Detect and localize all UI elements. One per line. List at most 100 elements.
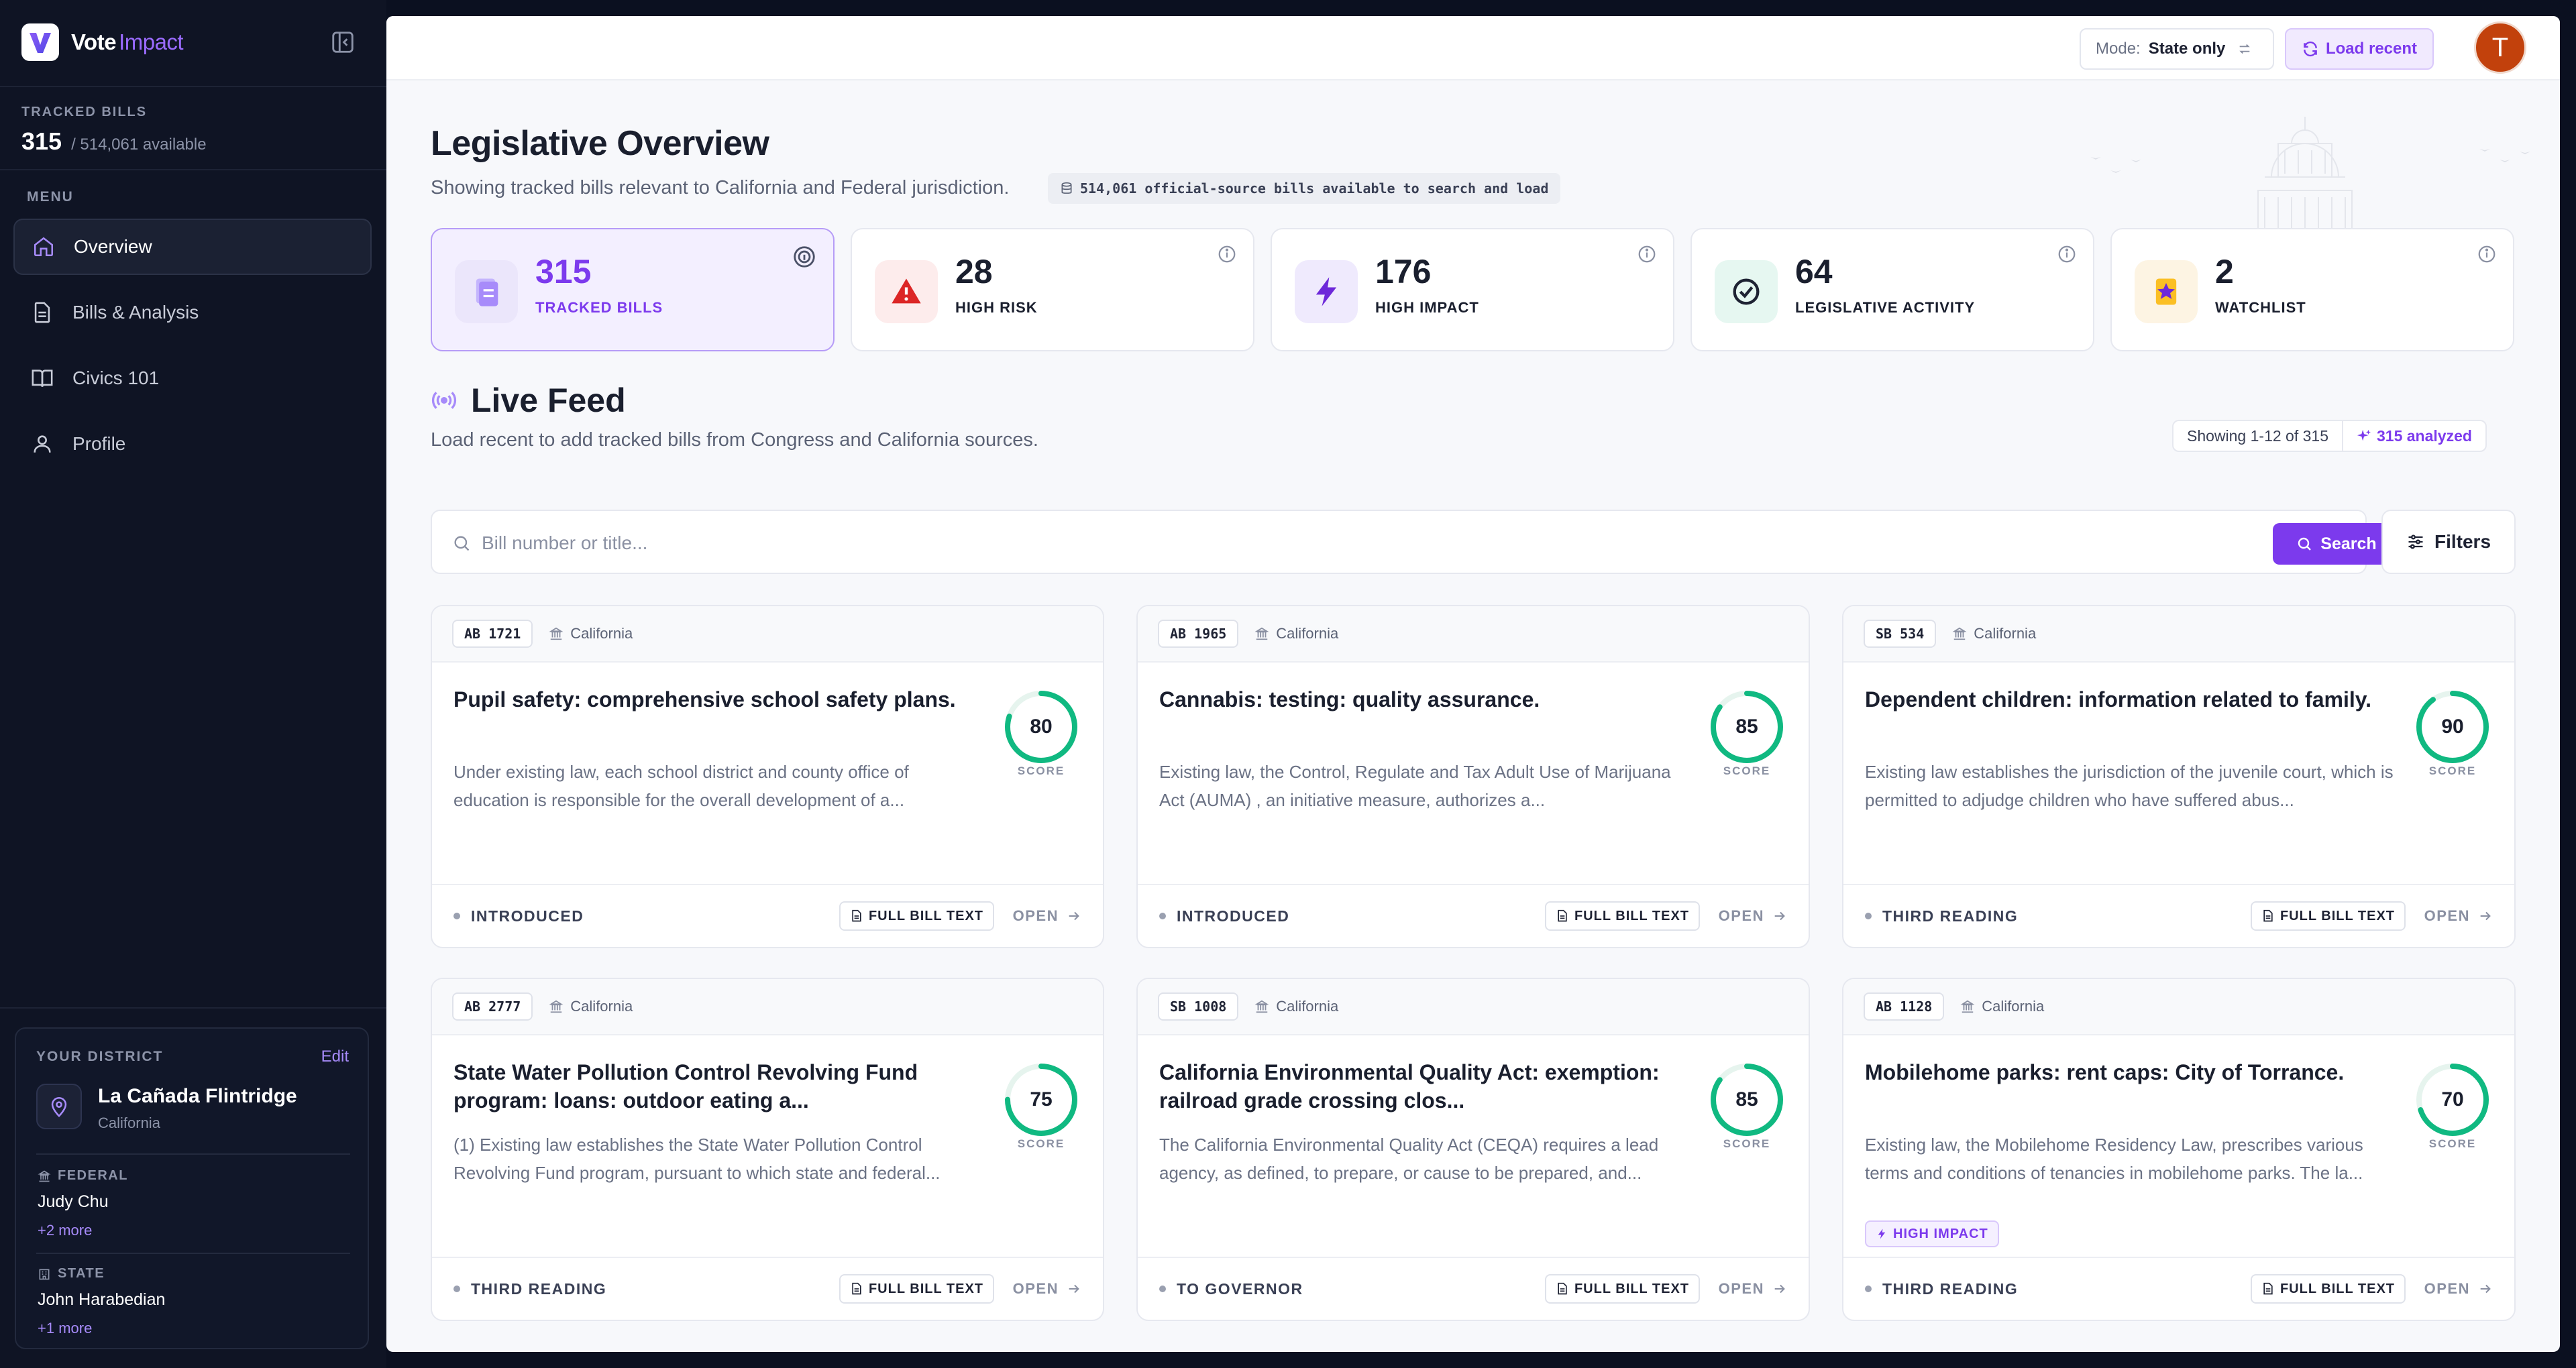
bill-description: The California Environmental Quality Act… xyxy=(1159,1135,1659,1183)
bill-number: SB 1008 xyxy=(1158,992,1239,1021)
divider xyxy=(36,1253,350,1254)
stat-high-risk[interactable]: 28 HIGH RISK xyxy=(851,228,1254,351)
info-icon[interactable] xyxy=(792,244,817,270)
bill-card[interactable]: AB 1721 California Pupil safety: comprehen… xyxy=(431,605,1104,948)
load-recent-button[interactable]: Load recent xyxy=(2285,28,2434,70)
federal-more-link[interactable]: +2 more xyxy=(38,1222,92,1239)
full-bill-text-button[interactable]: FULL BILL TEXT xyxy=(2250,901,2406,931)
divider xyxy=(36,1153,350,1155)
full-bill-text-button[interactable]: FULL BILL TEXT xyxy=(839,901,994,931)
status-dot xyxy=(1159,1286,1166,1292)
broadcast-icon xyxy=(431,392,457,409)
bill-card[interactable]: AB 1128 California Mobilehome parks: rent … xyxy=(1842,978,2516,1321)
open-bill-link[interactable]: OPEN xyxy=(1013,1280,1081,1298)
bill-card-header: AB 1721 California xyxy=(432,606,1103,663)
home-icon xyxy=(34,237,54,257)
bill-title[interactable]: State Water Pollution Control Revolving … xyxy=(453,1058,983,1115)
check-circle-icon xyxy=(1715,260,1778,323)
swap-icon xyxy=(2239,44,2251,54)
bill-title[interactable]: Cannabis: testing: quality assurance. xyxy=(1159,685,1689,714)
jurisdiction: California xyxy=(1960,998,2044,1015)
stat-watchlist[interactable]: 2 WATCHLIST xyxy=(2110,228,2514,351)
open-bill-link[interactable]: OPEN xyxy=(1719,907,1787,925)
info-icon[interactable] xyxy=(1217,244,1237,264)
page-title: Legislative Overview xyxy=(431,124,769,163)
stats-row: 315 TRACKED BILLS 28 HIGH RISK 176 HIGH … xyxy=(431,228,2516,351)
full-bill-text-button[interactable]: FULL BILL TEXT xyxy=(2250,1274,2406,1304)
menu-label: MENU xyxy=(27,189,74,205)
info-icon[interactable] xyxy=(2477,244,2497,264)
sidebar-item-overview[interactable]: Overview xyxy=(13,219,372,275)
brand[interactable]: Vote Impact xyxy=(21,23,184,62)
score-label: SCORE xyxy=(2428,764,2477,777)
stat-high-impact[interactable]: 176 HIGH IMPACT xyxy=(1271,228,1674,351)
sidebar-item-bills[interactable]: Bills & Analysis xyxy=(13,284,372,341)
arrow-right-icon xyxy=(1069,911,1079,921)
bill-card[interactable]: SB 534 California Dependent children: info… xyxy=(1842,605,2516,948)
courthouse-icon xyxy=(1254,1000,1269,1013)
bill-number: AB 1128 xyxy=(1864,992,1945,1021)
stat-legislative-activity[interactable]: 64 LEGISLATIVE ACTIVITY xyxy=(1690,228,2094,351)
open-bill-link[interactable]: OPEN xyxy=(2424,1280,2493,1298)
federal-label: FEDERAL xyxy=(38,1168,128,1184)
bill-status: THIRD READING xyxy=(1865,907,2018,925)
brand-name: Vote Impact xyxy=(71,30,184,54)
filters-button[interactable]: Filters xyxy=(2381,510,2516,574)
bill-number: AB 1965 xyxy=(1158,620,1239,648)
full-bill-text-button[interactable]: FULL BILL TEXT xyxy=(839,1274,994,1304)
showing-count: Showing 1-12 of 315 xyxy=(2174,421,2343,451)
bill-description: (1) Existing law establishes the State W… xyxy=(453,1135,941,1183)
open-bill-link[interactable]: OPEN xyxy=(1719,1280,1787,1298)
bill-card-footer: THIRD READING FULL BILL TEXT OPEN xyxy=(432,1257,1103,1320)
mode-selector[interactable]: Mode: State only xyxy=(2080,28,2274,70)
state-more-link[interactable]: +1 more xyxy=(38,1320,92,1337)
sliders-icon xyxy=(2408,534,2423,549)
bill-number: AB 1721 xyxy=(452,620,533,648)
results-summary: Showing 1-12 of 315 315 analyzed xyxy=(2172,420,2487,452)
score-value: 70 xyxy=(2441,1088,2464,1110)
bill-card[interactable]: AB 2777 California State Water Pollution C… xyxy=(431,978,1104,1321)
lightning-icon xyxy=(1878,1229,1886,1239)
score-value: 75 xyxy=(1030,1088,1053,1110)
bill-title[interactable]: Mobilehome parks: rent caps: City of Tor… xyxy=(1865,1058,2395,1086)
database-icon xyxy=(1061,182,1072,194)
full-bill-text-button[interactable]: FULL BILL TEXT xyxy=(1544,1274,1700,1304)
district-card: YOUR DISTRICT Edit La Cañada Flintridge … xyxy=(15,1027,369,1349)
open-bill-link[interactable]: OPEN xyxy=(1013,907,1081,925)
bill-status: THIRD READING xyxy=(453,1280,606,1298)
search-bar: Search xyxy=(431,510,2400,574)
stat-value: 2 xyxy=(2215,253,2234,290)
edit-district-link[interactable]: Edit xyxy=(321,1047,349,1066)
state-label: STATE xyxy=(38,1266,105,1281)
bill-title[interactable]: Pupil safety: comprehensive school safet… xyxy=(453,685,983,714)
open-bill-link[interactable]: OPEN xyxy=(2424,907,2493,925)
stat-tracked-bills[interactable]: 315 TRACKED BILLS xyxy=(431,228,835,351)
info-icon[interactable] xyxy=(1637,244,1657,264)
bill-card-footer: INTRODUCED FULL BILL TEXT OPEN xyxy=(432,884,1103,947)
bill-card[interactable]: SB 1008 California California Environmenta… xyxy=(1136,978,1810,1321)
bill-title[interactable]: Dependent children: information related … xyxy=(1865,685,2395,714)
courthouse-icon xyxy=(549,627,564,640)
search-icon xyxy=(2298,537,2312,551)
bill-title[interactable]: California Environmental Quality Act: ex… xyxy=(1159,1058,1689,1115)
bill-description: Existing law, the Control, Regulate and … xyxy=(1159,762,1671,810)
bill-card-footer: THIRD READING FULL BILL TEXT OPEN xyxy=(1843,1257,2514,1320)
status-dot xyxy=(1865,1286,1872,1292)
collapse-sidebar-icon[interactable] xyxy=(330,30,356,55)
score-value: 85 xyxy=(1735,1088,1758,1110)
file-text-icon xyxy=(1558,1282,1567,1295)
jurisdiction: California xyxy=(1254,998,1338,1015)
info-icon[interactable] xyxy=(2057,244,2077,264)
score-value: 80 xyxy=(1030,716,1053,738)
star-icon xyxy=(2135,260,2198,323)
sidebar-item-profile[interactable]: Profile xyxy=(13,416,372,472)
full-bill-text-button[interactable]: FULL BILL TEXT xyxy=(1544,901,1700,931)
search-input[interactable] xyxy=(482,528,1957,558)
refresh-icon xyxy=(2304,41,2317,57)
avatar[interactable]: T xyxy=(2474,21,2526,74)
score-label: SCORE xyxy=(1017,764,1065,777)
bill-card[interactable]: AB 1965 California Cannabis: testing: qual… xyxy=(1136,605,1810,948)
sidebar-item-civics[interactable]: Civics 101 xyxy=(13,350,372,406)
bill-description: Under existing law, each school district… xyxy=(453,762,909,810)
bill-description: Existing law establishes the jurisdictio… xyxy=(1865,762,2394,810)
